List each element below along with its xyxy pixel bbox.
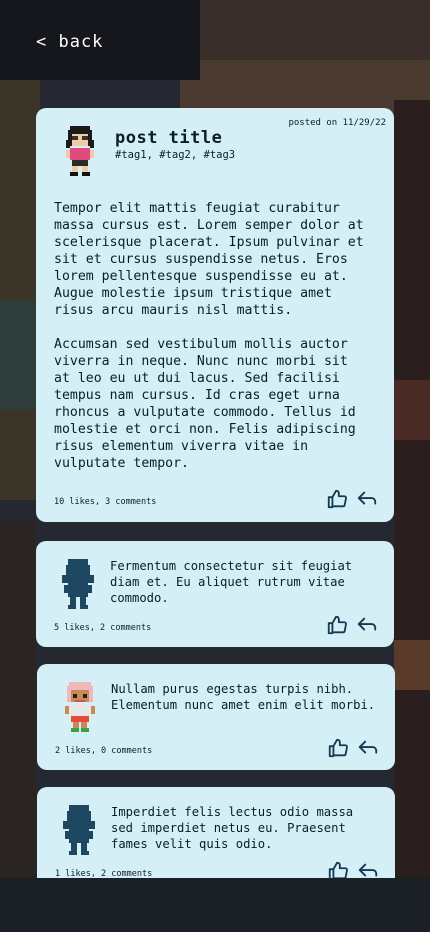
comment-stats: 2 likes, 0 comments bbox=[55, 746, 153, 756]
reply-arrow-icon[interactable] bbox=[357, 860, 379, 878]
comment-card: Imperdiet felis lectus odio massa sed im… bbox=[37, 787, 395, 878]
comment-card: Nullam purus egestas turpis nibh. Elemen… bbox=[37, 664, 395, 770]
posted-date: posted on 11/29/22 bbox=[288, 118, 386, 128]
comment-card: Fermentum consectetur sit feugiat diam e… bbox=[36, 541, 394, 647]
comment-stats: 1 likes, 2 comments bbox=[55, 869, 153, 878]
comment-text: Fermentum consectetur sit feugiat diam e… bbox=[110, 559, 353, 605]
reply-arrow-icon[interactable] bbox=[357, 737, 379, 759]
silhouette-avatar-icon[interactable] bbox=[59, 803, 99, 855]
post-tags[interactable]: #tag1, #tag2, #tag3 bbox=[115, 149, 235, 161]
pixel-girl-avatar[interactable] bbox=[61, 680, 99, 732]
back-button[interactable]: < back bbox=[36, 32, 103, 52]
post-thread-scroll[interactable]: posted on 11/29/22 post title #tag1, #ta… bbox=[0, 108, 430, 878]
silhouette-avatar-icon[interactable] bbox=[58, 557, 98, 609]
comment-stats: 5 likes, 2 comments bbox=[54, 623, 152, 633]
thumbs-up-icon[interactable] bbox=[326, 488, 348, 510]
top-bar: < back bbox=[0, 0, 430, 90]
bottom-fade bbox=[0, 878, 430, 932]
thumbs-up-icon[interactable] bbox=[327, 860, 349, 878]
thumbs-up-icon[interactable] bbox=[327, 737, 349, 759]
post-title: post title bbox=[115, 128, 223, 148]
reply-arrow-icon[interactable] bbox=[356, 488, 378, 510]
post-card: posted on 11/29/22 post title #tag1, #ta… bbox=[36, 108, 394, 522]
post-body: Tempor elit mattis feugiat curabitur mas… bbox=[54, 201, 364, 471]
comment-text: Nullam purus egestas turpis nibh. Elemen… bbox=[111, 682, 376, 712]
post-stats: 10 likes, 3 comments bbox=[54, 497, 157, 507]
reply-arrow-icon[interactable] bbox=[356, 614, 378, 636]
author-avatar[interactable] bbox=[60, 122, 100, 176]
comment-text: Imperdiet felis lectus odio massa sed im… bbox=[111, 805, 354, 851]
thumbs-up-icon[interactable] bbox=[326, 614, 348, 636]
